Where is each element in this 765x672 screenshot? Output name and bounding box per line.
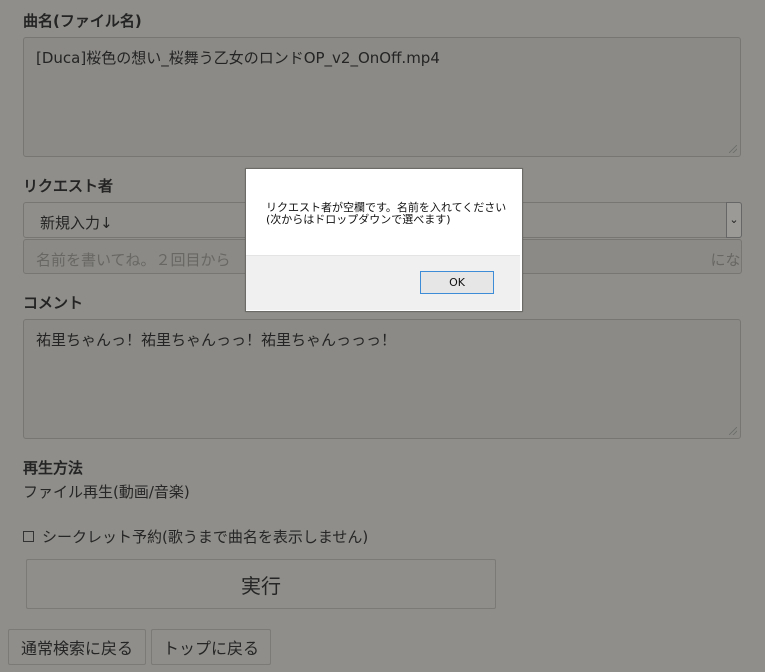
comment-textarea[interactable]: 祐里ちゃんっ！祐里ちゃんっっ！祐里ちゃんっっっ！	[23, 319, 741, 439]
alert-dialog: リクエスト者が空欄です。名前を入れてください (次からはドロップダウンで選べます…	[245, 168, 523, 312]
comment-value: 祐里ちゃんっ！祐里ちゃんっっ！祐里ちゃんっっっ！	[36, 331, 397, 349]
play-method-value: ファイル再生(動画/音楽)	[23, 483, 190, 501]
secret-reservation-label: シークレット予約(歌うまで曲名を表示しません)	[42, 528, 369, 546]
song-name-label: 曲名(ファイル名)	[23, 12, 142, 30]
requester-select-value: 新規入力↓	[40, 214, 113, 232]
secret-reservation-checkbox-row[interactable]: シークレット予約(歌うまで曲名を表示しません)	[23, 526, 368, 547]
resize-grip-icon[interactable]	[729, 427, 737, 435]
resize-grip-icon[interactable]	[729, 145, 737, 153]
back-to-top-button[interactable]: トップに戻る	[151, 629, 271, 665]
secret-reservation-checkbox[interactable]	[23, 531, 34, 542]
dialog-message-line-2: (次からはドロップダウンで選べます)	[266, 213, 451, 226]
run-button[interactable]: 実行	[26, 559, 496, 609]
chevron-down-icon[interactable]: ⌄	[726, 202, 742, 238]
requester-label: リクエスト者	[23, 177, 114, 195]
request-form-page: 曲名(ファイル名) [Duca]桜色の想い_桜舞う乙女のロンドOP_v2_OnO…	[0, 0, 765, 672]
back-to-search-button[interactable]: 通常検索に戻る	[8, 629, 146, 665]
play-method-label: 再生方法	[23, 459, 84, 477]
song-name-textarea[interactable]: [Duca]桜色の想い_桜舞う乙女のロンドOP_v2_OnOff.mp4	[23, 37, 741, 157]
ok-button[interactable]: OK	[420, 271, 494, 294]
dialog-message-area: リクエスト者が空欄です。名前を入れてください (次からはドロップダウンで選べます…	[246, 169, 520, 255]
comment-label: コメント	[23, 294, 84, 312]
dialog-footer: OK	[246, 255, 520, 310]
song-name-value: [Duca]桜色の想い_桜舞う乙女のロンドOP_v2_OnOff.mp4	[36, 49, 440, 67]
